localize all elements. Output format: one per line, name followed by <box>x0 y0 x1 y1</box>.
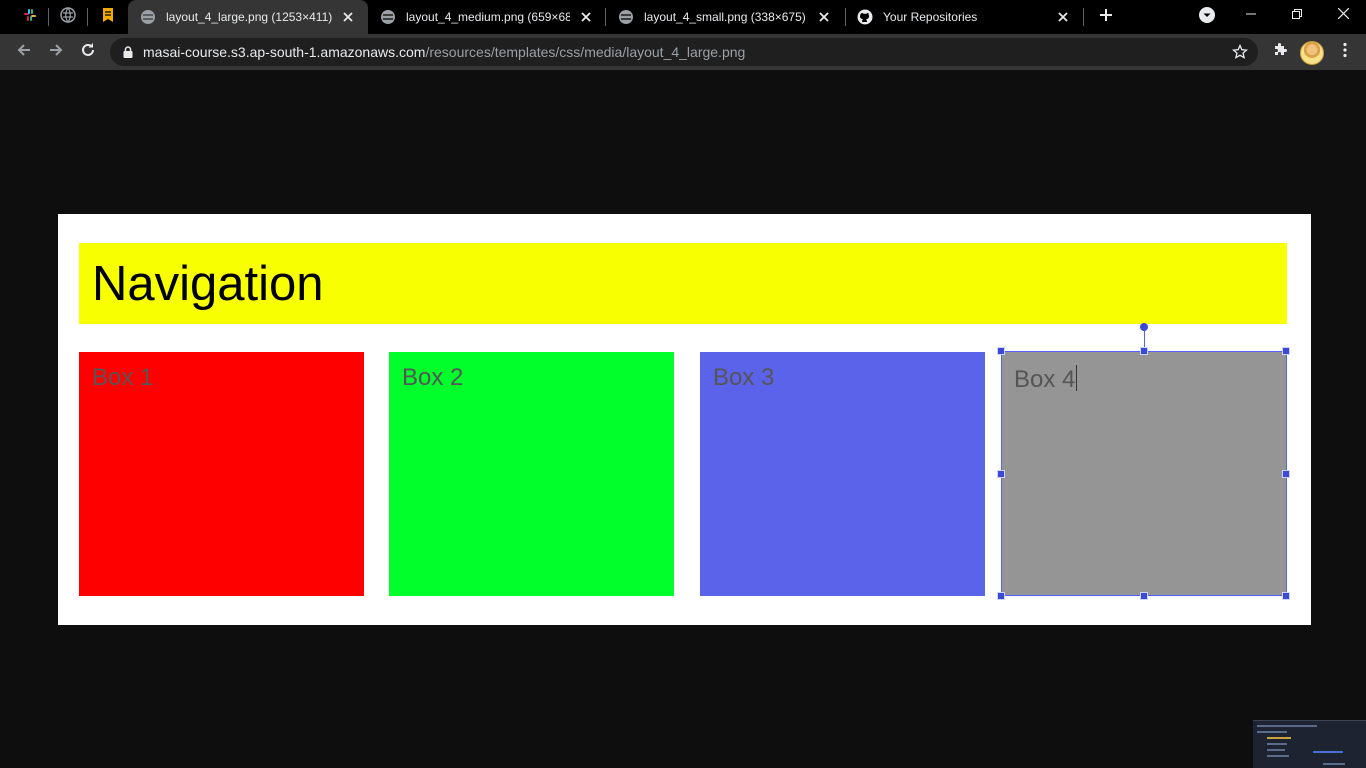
chevron-down-icon <box>1198 6 1216 29</box>
tab-search-button[interactable] <box>1196 6 1218 28</box>
thumbnail-line <box>1257 725 1317 727</box>
minimize-icon <box>1246 6 1256 24</box>
forward-button[interactable] <box>42 38 70 66</box>
box-label-text: Box 4 <box>1014 366 1076 393</box>
thumbnail-line <box>1267 737 1291 739</box>
box-4[interactable]: Box 4 <box>1001 352 1287 596</box>
navigation-bar: Navigation <box>79 243 1287 324</box>
close-icon <box>1337 6 1349 24</box>
close-icon[interactable] <box>578 9 594 25</box>
tab-title: layout_4_medium.png (659×688) <box>406 10 570 24</box>
bookmark-star-icon[interactable] <box>1232 44 1248 60</box>
globe-icon <box>380 9 396 25</box>
url-text: masai-course.s3.ap-south-1.amazonaws.com… <box>143 44 745 60</box>
pinned-tab-globe[interactable] <box>50 0 86 34</box>
resize-handle-left[interactable] <box>997 470 1005 478</box>
tab-title: layout_4_small.png (338×675) <box>644 10 806 24</box>
lock-icon[interactable] <box>121 45 135 59</box>
plus-icon <box>1099 8 1113 27</box>
window-close-button[interactable] <box>1320 0 1366 30</box>
resize-handle-right[interactable] <box>1282 470 1290 478</box>
menu-button[interactable] <box>1333 40 1357 64</box>
address-bar[interactable]: masai-course.s3.ap-south-1.amazonaws.com… <box>110 38 1258 66</box>
resize-handle-bottom-right[interactable] <box>1282 592 1290 600</box>
restore-icon <box>1292 6 1302 24</box>
resize-handle-top-left[interactable] <box>997 347 1005 355</box>
restore-button[interactable] <box>1274 0 1320 30</box>
thumbnail-line <box>1313 751 1343 753</box>
thumbnail-line <box>1267 743 1287 745</box>
tab-layout-4-medium[interactable]: layout_4_medium.png (659×688) <box>368 0 606 34</box>
bookmark-icon <box>101 7 115 28</box>
box-1: Box 1 <box>79 352 364 596</box>
navigation-label: Navigation <box>92 257 324 311</box>
close-icon[interactable] <box>340 9 356 25</box>
tab-separator <box>1083 8 1084 26</box>
tab-separator <box>48 8 49 26</box>
text-caret <box>1076 365 1078 391</box>
extensions-button[interactable] <box>1268 40 1292 64</box>
url-path: /resources/templates/css/media/layout_4_… <box>425 44 746 60</box>
profile-avatar[interactable] <box>1300 41 1324 65</box>
resize-handle-bottom[interactable] <box>1140 592 1148 600</box>
rotation-handle[interactable] <box>1140 323 1148 331</box>
puzzle-icon <box>1272 42 1288 63</box>
arrow-left-icon <box>16 42 32 63</box>
arrow-right-icon <box>48 42 64 63</box>
close-icon[interactable] <box>816 9 832 25</box>
globe-icon <box>618 9 634 25</box>
new-tab-button[interactable] <box>1094 5 1118 29</box>
resize-handle-top-right[interactable] <box>1282 347 1290 355</box>
thumbnail-line <box>1323 763 1345 765</box>
displayed-image: Navigation Box 1 Box 2 Box 3 Box 4 <box>58 214 1311 625</box>
tab-layout-4-small[interactable]: layout_4_small.png (338×675) <box>606 0 844 34</box>
box-label: Box 3 <box>713 364 775 391</box>
tab-title: Your Repositories <box>883 10 978 24</box>
thumbnail-line <box>1267 749 1285 751</box>
more-vertical-icon <box>1343 42 1347 63</box>
reload-icon <box>80 42 96 63</box>
tab-strip: layout_4_large.png (1253×411) layout_4_m… <box>0 0 1366 34</box>
box-label: Box 1 <box>92 364 154 391</box>
resize-handle-bottom-left[interactable] <box>997 592 1005 600</box>
box-2: Box 2 <box>389 352 674 596</box>
tab-separator <box>87 8 88 26</box>
back-button[interactable] <box>10 38 38 66</box>
box-label: Box 2 <box>402 364 464 391</box>
globe-icon <box>60 6 76 28</box>
resize-handle-top[interactable] <box>1140 347 1148 355</box>
browser-toolbar: masai-course.s3.ap-south-1.amazonaws.com… <box>0 34 1366 70</box>
window-thumbnail-preview[interactable] <box>1253 720 1366 768</box>
box-3: Box 3 <box>700 352 985 596</box>
reload-button[interactable] <box>74 38 102 66</box>
url-host: masai-course.s3.ap-south-1.amazonaws.com <box>143 44 426 60</box>
tab-title: layout_4_large.png (1253×411) <box>166 10 332 24</box>
tab-layout-4-large[interactable]: layout_4_large.png (1253×411) <box>128 0 368 34</box>
pinned-tab-bookmark[interactable] <box>90 0 126 34</box>
thumbnail-line <box>1267 755 1289 757</box>
box-label: Box 4 <box>1014 365 1078 393</box>
minimize-button[interactable] <box>1228 0 1274 30</box>
close-icon[interactable] <box>1055 9 1071 25</box>
globe-icon <box>140 9 156 25</box>
thumbnail-line <box>1257 731 1287 733</box>
slack-icon <box>22 7 38 28</box>
github-icon <box>857 9 873 25</box>
tab-your-repositories[interactable]: Your Repositories <box>845 0 1083 34</box>
pinned-tab-slack[interactable] <box>12 0 48 34</box>
